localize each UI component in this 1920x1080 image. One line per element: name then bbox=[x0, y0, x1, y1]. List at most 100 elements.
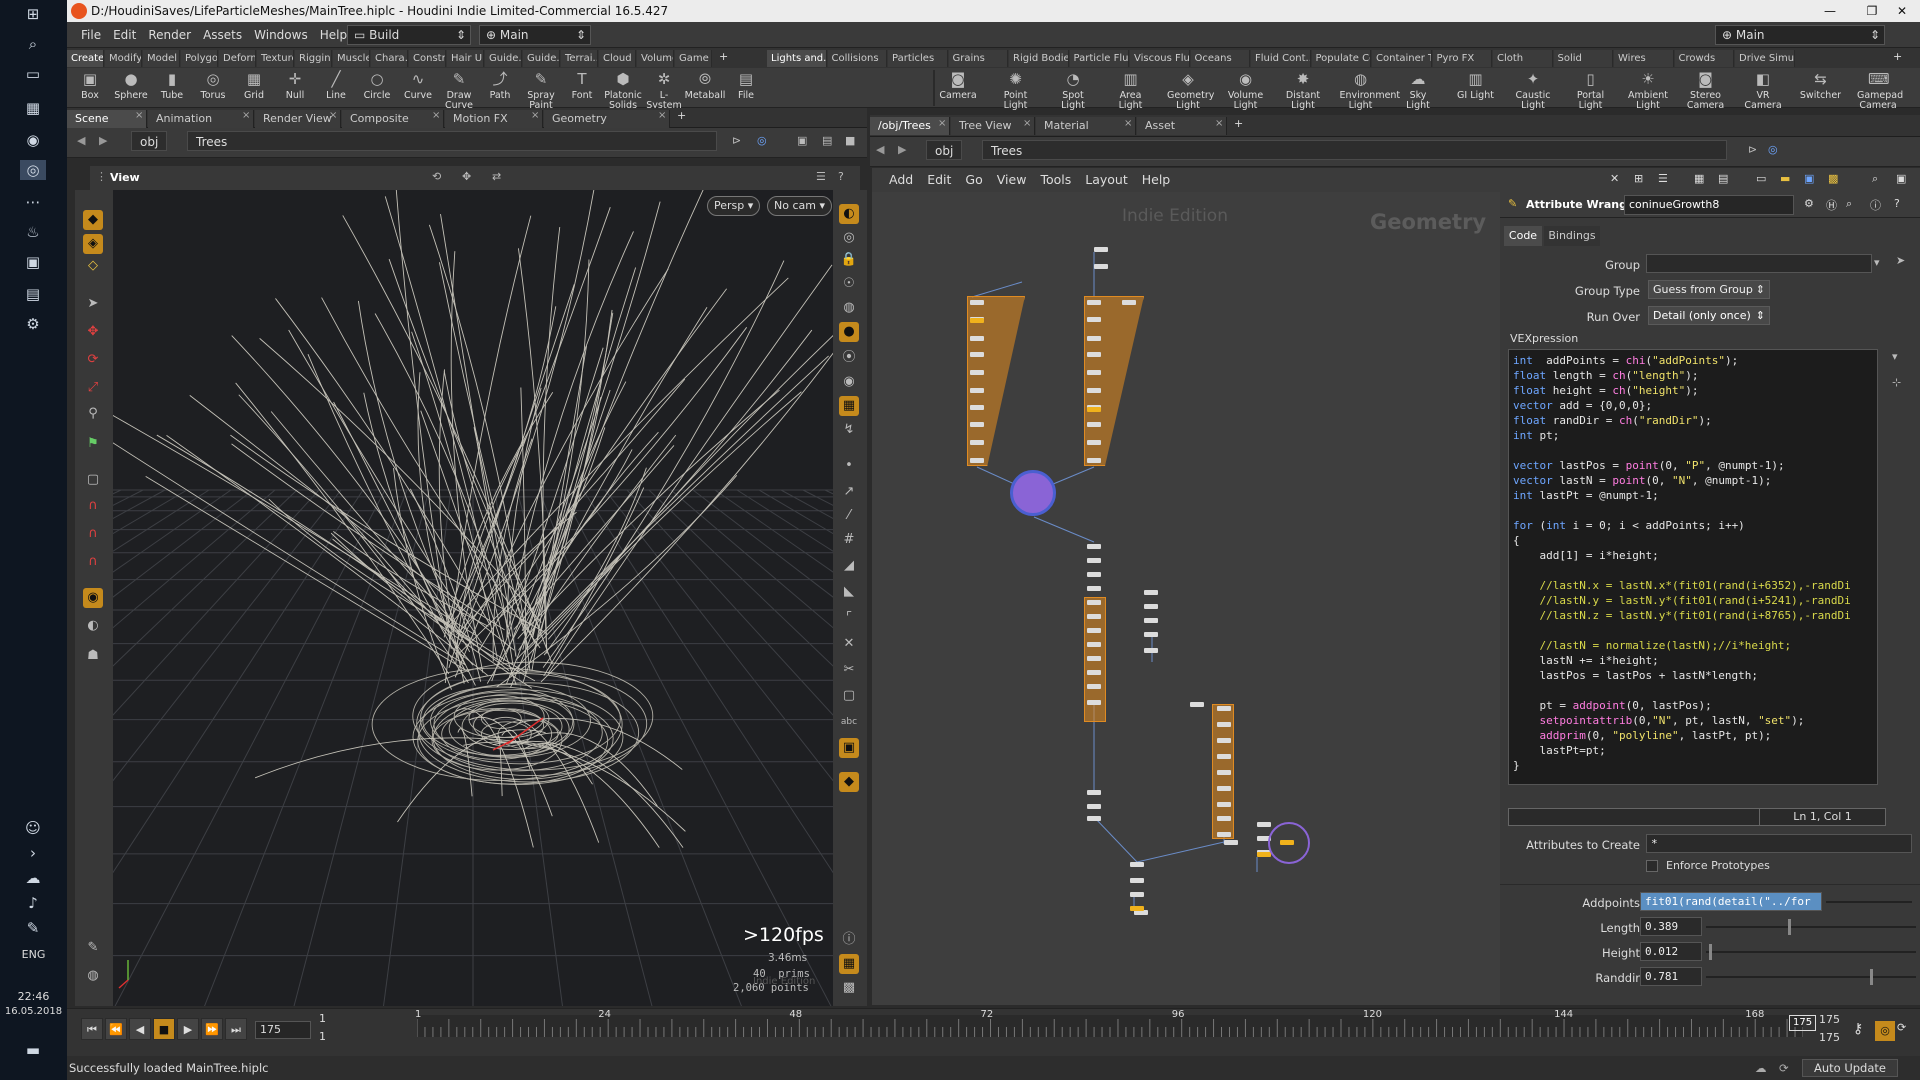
snap-mode-icon[interactable]: ◉ bbox=[83, 588, 103, 608]
viewport-layout-icon[interactable]: ▤ bbox=[822, 134, 832, 147]
network-node[interactable] bbox=[1190, 702, 1204, 707]
end-frame-field-2[interactable]: 175 bbox=[1819, 1031, 1840, 1044]
search-icon[interactable]: ⌕ bbox=[1872, 172, 1878, 186]
guide-icon[interactable]: ◆ bbox=[839, 772, 859, 792]
photos-icon[interactable]: ▣ bbox=[20, 252, 46, 272]
tool-point-light[interactable]: ✺ Point Light bbox=[995, 69, 1037, 111]
addpoints-field[interactable]: fit01(rand(detail("../for bbox=[1640, 892, 1822, 911]
loop-icon[interactable]: ⟳ bbox=[1897, 1021, 1906, 1034]
tab-bindings[interactable]: Bindings bbox=[1544, 226, 1600, 246]
network-node[interactable] bbox=[1130, 878, 1144, 883]
network-node[interactable] bbox=[1087, 642, 1101, 647]
close-tab-icon[interactable]: × bbox=[242, 110, 250, 121]
panel-tab[interactable]: Animation Editor bbox=[148, 110, 254, 143]
box-display-icon[interactable]: ▢ bbox=[839, 686, 859, 706]
shading-icon[interactable]: ◎ bbox=[839, 228, 859, 248]
network-node[interactable] bbox=[1130, 862, 1144, 867]
go-to-start-icon[interactable]: ⏮ bbox=[81, 1018, 103, 1040]
close-tab-icon[interactable]: × bbox=[135, 110, 143, 121]
close-tab-icon[interactable]: × bbox=[329, 110, 337, 121]
shelf-tab[interactable]: Grains bbox=[948, 50, 1008, 67]
persp-menu[interactable]: Persp ▾ bbox=[707, 196, 761, 216]
list-icon[interactable]: ☰ bbox=[1658, 172, 1668, 185]
clock-date[interactable]: 16.05.2018 bbox=[0, 1006, 67, 1017]
play-reverse-icon[interactable]: ◀ bbox=[129, 1018, 151, 1040]
play-icon[interactable]: ▶ bbox=[177, 1018, 199, 1040]
backface-icon[interactable]: ◉ bbox=[839, 372, 859, 392]
network-node[interactable] bbox=[1130, 906, 1144, 911]
network-node[interactable] bbox=[1217, 754, 1231, 759]
network-node[interactable] bbox=[970, 300, 984, 305]
pan-icon[interactable]: ✥ bbox=[462, 170, 471, 183]
render-region-icon[interactable]: ◐ bbox=[83, 616, 103, 636]
menu-file[interactable]: File bbox=[75, 22, 107, 48]
camera-snapshot-icon[interactable]: ▣ bbox=[1896, 172, 1906, 185]
select-tool-icon[interactable]: ◆ bbox=[83, 210, 103, 230]
network-node[interactable] bbox=[1144, 590, 1158, 595]
network-node[interactable] bbox=[1224, 840, 1238, 845]
template-icon[interactable]: ▦ bbox=[839, 396, 859, 416]
shelf-tab[interactable]: Collisions bbox=[827, 50, 887, 67]
network-node[interactable] bbox=[1087, 544, 1101, 549]
pin-icon[interactable]: ⊳ bbox=[1748, 143, 1757, 156]
network-node[interactable] bbox=[1130, 892, 1144, 897]
network-node[interactable] bbox=[1087, 300, 1101, 305]
add-tab-icon[interactable]: + bbox=[1234, 117, 1243, 130]
search-icon[interactable]: ⌕ bbox=[20, 34, 46, 54]
shelf-tab[interactable]: Drive Simu... bbox=[1735, 50, 1795, 67]
enforce-prototypes-checkbox[interactable] bbox=[1646, 860, 1658, 872]
panel-tab[interactable]: Geometry Spreadsheet bbox=[544, 110, 670, 143]
scissors-icon[interactable]: ✂ bbox=[839, 660, 859, 680]
tool-box[interactable]: ▣ Box bbox=[69, 69, 111, 101]
network-node[interactable] bbox=[1087, 790, 1101, 795]
tool-stereo-camera[interactable]: ◙ Stereo Camera bbox=[1685, 69, 1727, 111]
tool-gi-light[interactable]: ▥ GI Light bbox=[1455, 69, 1497, 101]
display-icon[interactable]: ✎ bbox=[83, 938, 103, 958]
edge-icon[interactable]: ⁄ bbox=[839, 506, 859, 526]
shelf-tab[interactable]: Texture bbox=[257, 50, 294, 67]
network-menu-tools[interactable]: Tools bbox=[1033, 168, 1078, 192]
ide-icon[interactable]: ▤ bbox=[20, 284, 46, 304]
shelf-tab[interactable]: Game D... bbox=[675, 50, 712, 67]
snapshot-icon[interactable]: ▩ bbox=[839, 978, 859, 998]
language-indicator[interactable]: ENG bbox=[0, 948, 67, 961]
tool-path[interactable]: ⤴ Path bbox=[479, 69, 521, 101]
network-node[interactable] bbox=[1122, 300, 1136, 305]
tool-sky-light[interactable]: ☁ Sky Light bbox=[1397, 69, 1439, 111]
shelf-tab[interactable]: Polygon bbox=[181, 50, 218, 67]
slider-knob[interactable] bbox=[1708, 944, 1712, 960]
network-node[interactable] bbox=[1087, 317, 1101, 322]
tool-file[interactable]: ▤ File bbox=[725, 69, 767, 101]
slider-knob[interactable] bbox=[1787, 919, 1791, 935]
shelf-tab[interactable]: Solid bbox=[1553, 50, 1613, 67]
maximize-panel-icon[interactable]: ■ bbox=[845, 134, 855, 147]
close-tab-icon[interactable]: × bbox=[938, 118, 946, 129]
faces-icon[interactable]: ◣ bbox=[839, 582, 859, 602]
close-tab-icon[interactable]: × bbox=[531, 110, 539, 121]
network-menu-add[interactable]: Add bbox=[882, 168, 920, 192]
network-node[interactable] bbox=[1087, 388, 1101, 393]
scale-tool-icon[interactable]: ⤢ bbox=[83, 378, 103, 398]
maximize-icon[interactable]: ❐ bbox=[1857, 0, 1887, 22]
tool-sphere[interactable]: ● Sphere bbox=[110, 69, 152, 101]
settings-gear-icon[interactable]: ⚙ bbox=[20, 314, 46, 334]
addpoints-slider[interactable] bbox=[1826, 901, 1912, 903]
panel-tab[interactable]: Motion FX View bbox=[445, 110, 543, 143]
tool-portal-light[interactable]: ▯ Portal Light bbox=[1570, 69, 1612, 111]
shelf-tab[interactable]: Viscous Flu... bbox=[1130, 50, 1190, 67]
translate-tool-icon[interactable]: ✥ bbox=[83, 322, 103, 342]
network-node[interactable] bbox=[1217, 722, 1231, 727]
desktop-dropdown[interactable]: ▭ Build ⇕ bbox=[347, 25, 471, 45]
add-tab-icon[interactable]: + bbox=[719, 50, 728, 63]
grid-view-icon[interactable]: ▦ bbox=[1694, 172, 1704, 185]
start-frame-field-2[interactable]: 1 bbox=[315, 1029, 355, 1045]
app-icon[interactable]: ⋯ bbox=[20, 192, 46, 212]
randdir-slider[interactable] bbox=[1706, 969, 1916, 985]
run-over-select[interactable]: Detail (only once) ⇕ bbox=[1648, 306, 1770, 325]
network-node[interactable] bbox=[1087, 407, 1101, 412]
windows-start-icon[interactable]: ⊞ bbox=[20, 4, 46, 24]
vector-icon[interactable]: ↗ bbox=[839, 482, 859, 502]
right-context-dropdown[interactable]: ⊕ Main ⇕ bbox=[1715, 25, 1885, 45]
dolly-icon[interactable]: ⇄ bbox=[492, 170, 501, 183]
network-node[interactable] bbox=[1087, 458, 1101, 463]
